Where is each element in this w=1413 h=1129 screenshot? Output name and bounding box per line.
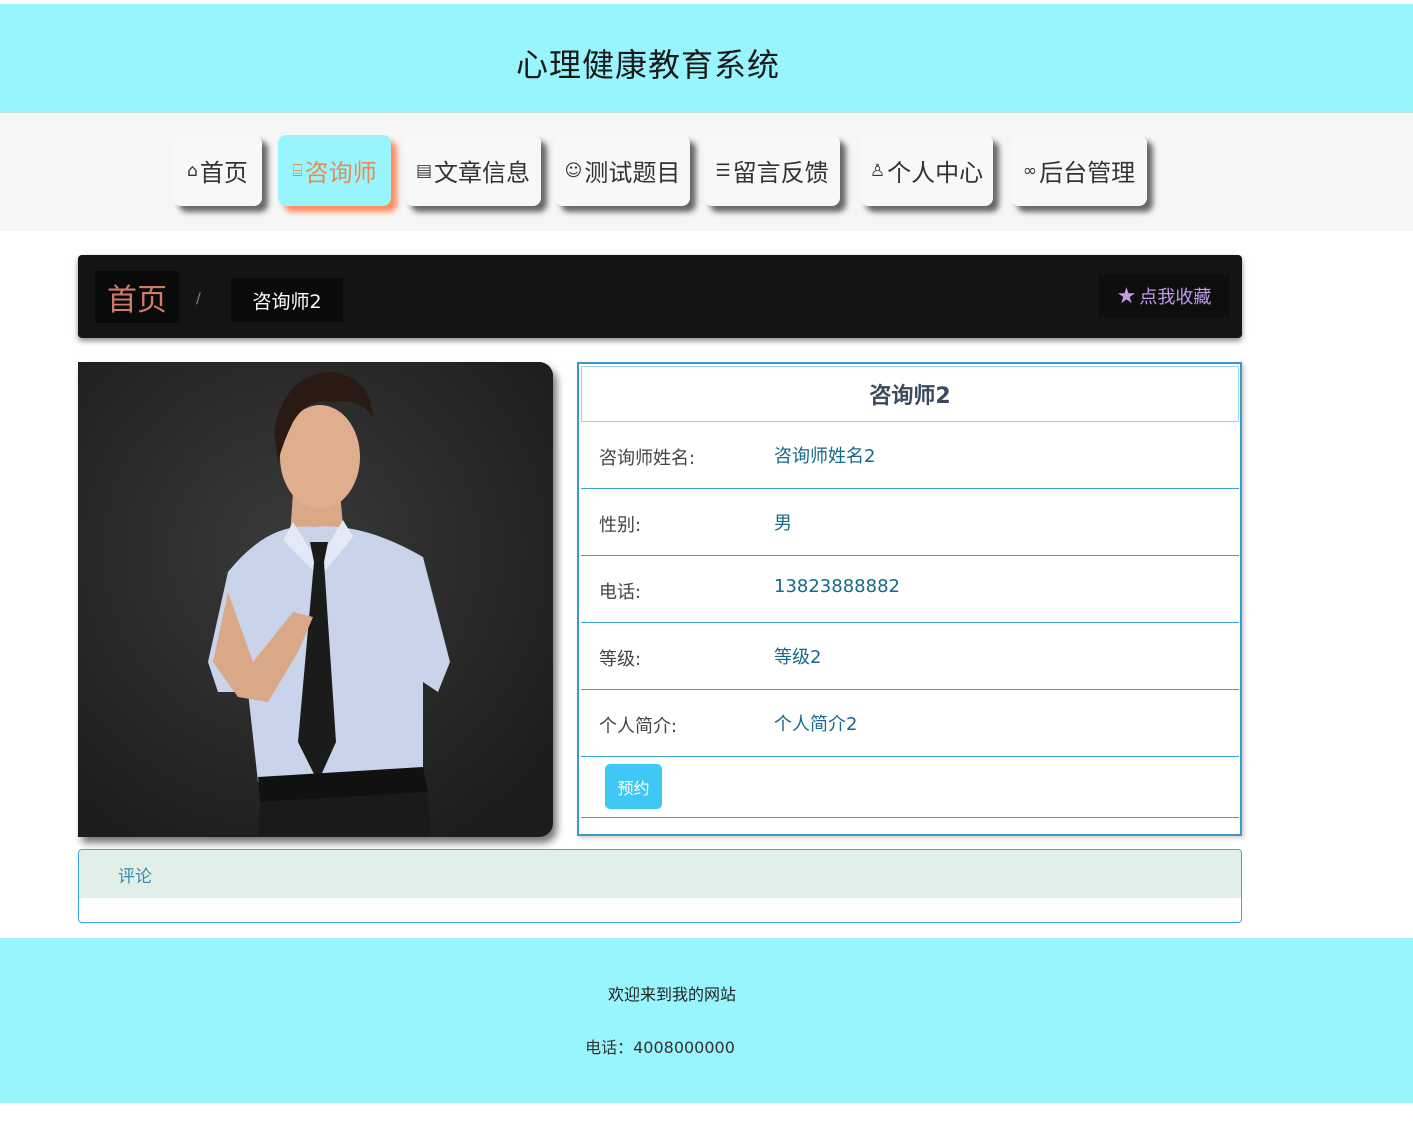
nav-item-admin[interactable]: ∞ 后台管理: [1011, 135, 1147, 206]
nav-item-articles[interactable]: ▤ 文章信息: [405, 135, 541, 206]
breadcrumb-home-link[interactable]: 首页: [95, 271, 179, 323]
breadcrumb: 首页 / 咨询师2 ★ 点我收藏: [78, 255, 1242, 338]
nav-item-feedback[interactable]: ☰ 留言反馈: [704, 135, 840, 206]
nav-item-label: 测试题目: [584, 159, 681, 187]
field-label: 个人简介:: [599, 716, 678, 737]
newspaper-icon: ▤: [415, 160, 433, 181]
nav-item-home[interactable]: ⌂ 首页: [173, 135, 262, 206]
field-label: 电话:: [599, 582, 642, 603]
comment-heading: 评论: [79, 850, 1241, 898]
nav-item-label: 首页: [199, 159, 248, 187]
detail-title: 咨询师2: [581, 366, 1239, 422]
sliders-icon: ☰: [715, 160, 731, 181]
footer-phone: 电话：4008000000: [585, 1038, 735, 1057]
counselor-detail-table: 咨询师2 咨询师姓名: 咨询师姓名2 性别: 男 电话: 13823888882…: [577, 362, 1242, 836]
link-icon: ∞: [1022, 160, 1038, 181]
site-title: 心理健康教育系统: [515, 46, 780, 84]
main-nav: ⌂ 首页 ⌸ 咨询师 ▤ 文章信息 ☺ 测试题目 ☰ 留言反馈 ♙ 个人中心 ∞ 后台管理: [0, 113, 1413, 231]
comment-panel: 评论: [78, 849, 1242, 923]
counselor-photo: [78, 362, 553, 837]
field-value: 男: [774, 513, 792, 534]
detail-row-phone: 电话: 13823888882: [581, 556, 1239, 623]
nav-item-profile[interactable]: ♙ 个人中心: [860, 135, 993, 206]
book-appointment-button[interactable]: 预约: [605, 764, 662, 809]
field-value: 13823888882: [774, 576, 900, 597]
site-header: 心理健康教育系统: [0, 4, 1413, 113]
field-value: 个人简介2: [774, 714, 858, 735]
detail-row-intro: 个人简介: 个人简介2: [581, 690, 1239, 757]
gift-icon: ⌸: [292, 160, 303, 181]
field-value: 等级2: [774, 647, 822, 668]
field-label: 性别:: [599, 515, 642, 536]
detail-row-gender: 性别: 男: [581, 489, 1239, 556]
field-value: 咨询师姓名2: [774, 446, 876, 467]
person-icon: ♙: [869, 160, 886, 181]
field-label: 咨询师姓名:: [599, 448, 696, 469]
nav-item-label: 后台管理: [1039, 159, 1136, 187]
nav-item-label: 个人中心: [887, 159, 984, 187]
favorite-label: 点我收藏: [1139, 287, 1212, 308]
footer-welcome: 欢迎来到我的网站: [607, 985, 736, 1004]
nav-item-tests[interactable]: ☺ 测试题目: [555, 135, 690, 206]
counselor-portrait-image: [78, 362, 553, 837]
face-icon: ☺: [564, 160, 583, 181]
site-footer: 欢迎来到我的网站 电话：4008000000: [0, 938, 1413, 1103]
favorite-button[interactable]: ★ 点我收藏: [1099, 274, 1229, 318]
home-icon: ⌂: [187, 160, 198, 181]
nav-item-label: 留言反馈: [732, 159, 829, 187]
star-icon: ★: [1116, 283, 1137, 309]
detail-row-name: 咨询师姓名: 咨询师姓名2: [581, 422, 1239, 489]
breadcrumb-separator: /: [196, 291, 201, 307]
nav-item-label: 咨询师: [304, 159, 377, 187]
detail-row-level: 等级: 等级2: [581, 623, 1239, 690]
field-label: 等级:: [599, 649, 642, 670]
table-divider: [581, 817, 1239, 818]
nav-item-label: 文章信息: [434, 159, 531, 187]
breadcrumb-current: 咨询师2: [231, 278, 343, 322]
nav-item-counselor[interactable]: ⌸ 咨询师: [278, 135, 391, 206]
